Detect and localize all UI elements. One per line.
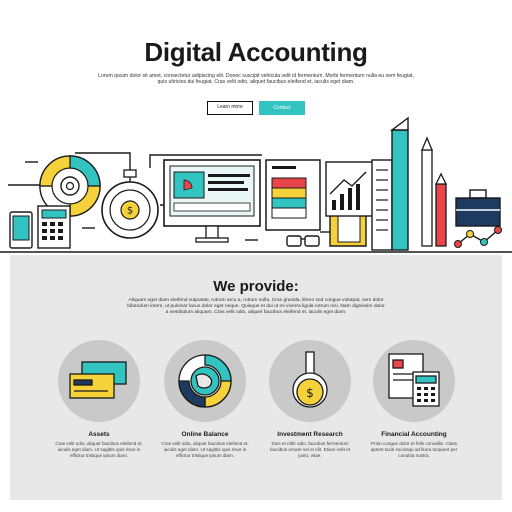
feature-name: Financial Accounting (381, 431, 447, 438)
feature-name: Online Balance (181, 431, 229, 438)
growth-chart-icon (325, 161, 375, 217)
briefcase-icon (455, 189, 501, 227)
digital-accounting-illustration: $ (0, 116, 512, 253)
calculator-icon (37, 205, 71, 249)
buildings-icon (371, 116, 409, 251)
phone-icon (9, 211, 33, 249)
monitor-icon (163, 159, 261, 243)
invoice-calculator-icon (388, 353, 440, 407)
section-title: We provide: (213, 278, 299, 295)
report-document-icon (265, 159, 321, 231)
feature-name: Investment Research (277, 431, 343, 438)
flask-icon: $ (292, 351, 328, 408)
globe-chart-icon (178, 354, 232, 408)
svg-text:$: $ (127, 206, 133, 217)
feature-description: Duis et nibh odio, faucibus fermentum fa… (270, 441, 350, 458)
feature-description: Cras velit odio, aliquet faucibus eleife… (55, 441, 143, 458)
svg-text:$: $ (306, 386, 314, 400)
feature-name: Assets (88, 431, 110, 438)
feature-description: Cras velit odio, aliquet faucibus eleife… (161, 441, 249, 458)
pencil-icon (421, 136, 448, 247)
line-graph-icon (454, 226, 502, 248)
section-text: Aliquam eget diam eleifend vulputate, ru… (127, 298, 385, 315)
feature-description: Proin congue dolor et felis convallis. C… (370, 441, 458, 458)
money-icon (69, 361, 127, 399)
glasses-icon (286, 235, 320, 247)
